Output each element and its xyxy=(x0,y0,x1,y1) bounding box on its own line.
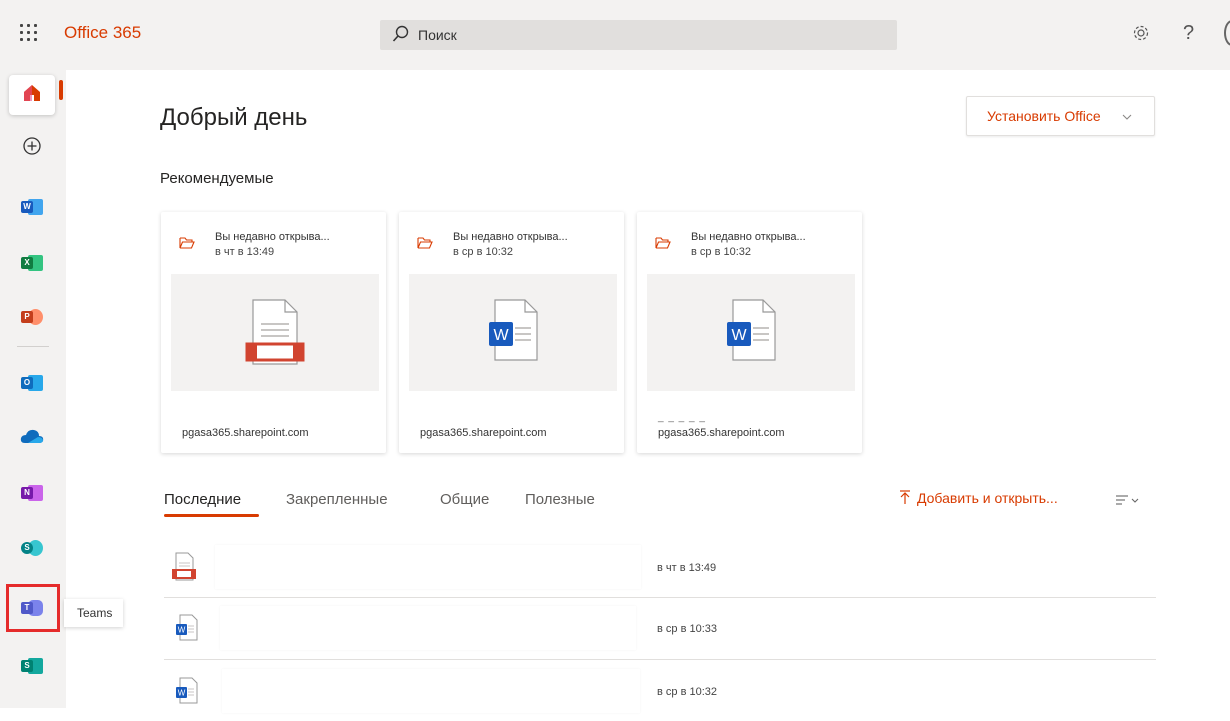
excel-icon: X xyxy=(21,253,43,273)
pdf-file-icon xyxy=(245,299,305,365)
row-divider xyxy=(164,659,1156,660)
home-icon xyxy=(22,83,42,108)
recommended-card[interactable]: Вы недавно открыва... в чт в 13:49 pgasa… xyxy=(161,212,386,453)
card-site: pgasa365.sharepoint.com xyxy=(182,427,309,439)
greeting-heading: Добрый день xyxy=(160,104,308,131)
rail-item-word[interactable]: W xyxy=(9,187,55,227)
recommended-heading: Рекомендуемые xyxy=(160,170,274,187)
onenote-icon: N xyxy=(21,483,43,503)
sway-icon: S xyxy=(21,656,43,676)
card-redacted-marks: _ _ _ _ _ xyxy=(658,412,706,423)
onedrive-cloud-icon xyxy=(20,428,44,449)
file-row[interactable]: W в ср в 10:32 xyxy=(164,666,1156,721)
account-avatar[interactable] xyxy=(1224,20,1230,46)
app-title[interactable]: Office 365 xyxy=(64,23,141,43)
card-activity-text: Вы недавно открыва... xyxy=(215,231,330,243)
upload-and-open-label: Добавить и открыть... xyxy=(917,490,1058,506)
recommended-card[interactable]: Вы недавно открыва... в ср в 10:32 W pga… xyxy=(399,212,624,453)
rail-item-excel[interactable]: X xyxy=(9,243,55,283)
svg-text:W: W xyxy=(493,327,509,344)
active-indicator xyxy=(59,80,63,100)
rail-item-onenote[interactable]: N xyxy=(9,473,55,513)
sort-filter-icon[interactable] xyxy=(1115,493,1141,512)
rail-item-home[interactable] xyxy=(9,75,55,115)
file-name-hidden xyxy=(220,606,636,650)
search-input[interactable]: Поиск xyxy=(380,20,897,50)
card-timestamp: в ср в 10:32 xyxy=(453,246,514,258)
pdf-file-icon xyxy=(172,552,196,587)
card-thumbnail: W xyxy=(409,274,617,391)
rail-item-sway[interactable]: S xyxy=(9,646,55,686)
rail-item-outlook[interactable]: O xyxy=(9,363,55,403)
tab-recent[interactable]: Последние xyxy=(164,491,241,508)
create-plus-icon xyxy=(22,136,42,161)
card-activity-text: Вы недавно открыва... xyxy=(453,231,568,243)
rail-item-powerpoint[interactable]: P xyxy=(9,297,55,337)
word-file-icon: W xyxy=(172,613,202,648)
svg-text:W: W xyxy=(178,689,186,698)
install-office-label: Установить Office xyxy=(987,108,1101,124)
word-icon: W xyxy=(21,197,43,217)
search-placeholder: Поиск xyxy=(418,27,457,43)
folder-icon xyxy=(417,236,433,255)
rail-divider xyxy=(17,346,49,347)
rail-item-sharepoint[interactable]: S xyxy=(9,528,55,568)
powerpoint-icon: P xyxy=(21,307,43,327)
tab-useful[interactable]: Полезные xyxy=(525,491,595,508)
file-row[interactable]: в чт в 13:49 xyxy=(164,542,1156,597)
upload-and-open-button[interactable]: Добавить и открыть... xyxy=(899,490,1058,508)
help-icon[interactable]: ? xyxy=(1183,22,1194,45)
file-time: в чт в 13:49 xyxy=(657,562,717,574)
file-name-hidden xyxy=(215,545,641,589)
row-divider xyxy=(164,597,1156,598)
card-thumbnail xyxy=(171,274,379,391)
tab-shared[interactable]: Общие xyxy=(440,491,489,508)
folder-icon xyxy=(179,236,195,255)
card-site: pgasa365.sharepoint.com xyxy=(658,427,785,439)
sharepoint-icon: S xyxy=(21,538,43,558)
tab-pinned[interactable]: Закрепленные xyxy=(286,491,388,508)
svg-text:W: W xyxy=(178,626,186,635)
rail-item-onedrive[interactable] xyxy=(9,418,55,458)
card-thumbnail: W xyxy=(647,274,855,391)
folder-icon xyxy=(655,236,671,255)
recommended-card[interactable]: Вы недавно открыва... в ср в 10:32 W _ _… xyxy=(637,212,862,453)
upload-arrow-icon xyxy=(899,490,911,508)
file-name-hidden xyxy=(222,669,640,713)
settings-gear-icon[interactable] xyxy=(1132,24,1150,47)
teams-highlight-box xyxy=(6,584,60,632)
active-tab-underline xyxy=(164,514,259,517)
word-file-icon: W xyxy=(172,676,202,711)
file-row[interactable]: W в ср в 10:33 xyxy=(164,603,1156,658)
rail-item-create[interactable] xyxy=(9,128,55,168)
top-bar: Office 365 Поиск ? xyxy=(0,0,1230,70)
search-icon xyxy=(392,25,410,48)
chevron-down-icon xyxy=(1122,109,1132,125)
card-activity-text: Вы недавно открыва... xyxy=(691,231,806,243)
file-time: в ср в 10:32 xyxy=(657,686,718,698)
svg-text:W: W xyxy=(731,327,747,344)
app-launcher-icon[interactable] xyxy=(20,24,40,44)
file-time: в ср в 10:33 xyxy=(657,623,718,635)
word-file-icon: W xyxy=(489,299,538,361)
card-site: pgasa365.sharepoint.com xyxy=(420,427,547,439)
card-timestamp: в ср в 10:32 xyxy=(691,246,752,258)
card-timestamp: в чт в 13:49 xyxy=(215,246,275,258)
teams-tooltip: Teams xyxy=(64,599,123,627)
install-office-button[interactable]: Установить Office xyxy=(966,96,1155,136)
outlook-icon: O xyxy=(21,373,43,393)
word-file-icon: W xyxy=(727,299,776,361)
